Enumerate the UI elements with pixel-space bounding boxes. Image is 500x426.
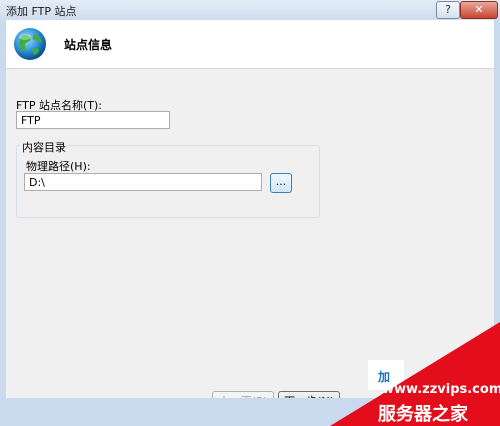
title-bar: 添加 FTP 站点 ? ✕ <box>0 0 500 20</box>
site-name-input[interactable]: FTP <box>16 111 170 129</box>
globe-icon <box>14 28 46 60</box>
header-panel: 站点信息 <box>6 20 494 69</box>
page-title: 站点信息 <box>64 38 113 52</box>
close-button[interactable]: ✕ <box>460 1 498 19</box>
dialog-content: 站点信息 FTP 站点名称(T): FTP 内容目录 物理路径(H): D:\ … <box>6 20 494 412</box>
physical-path-label: 物理路径(H): <box>26 160 91 173</box>
physical-path-input[interactable]: D:\ <box>24 173 262 191</box>
window-title: 添加 FTP 站点 <box>6 5 77 18</box>
watermark-site-name: 服务器之家 <box>378 404 468 425</box>
watermark-url: www.zzvips.com <box>382 382 500 397</box>
help-button[interactable]: ? <box>436 1 460 19</box>
add-ftp-site-dialog: 添加 FTP 站点 ? ✕ 站点信息 FTP 站点名称(T): FTP 内容目录… <box>0 0 500 426</box>
content-dir-group-label: 内容目录 <box>20 139 68 155</box>
browse-button[interactable]: ... <box>270 173 292 193</box>
